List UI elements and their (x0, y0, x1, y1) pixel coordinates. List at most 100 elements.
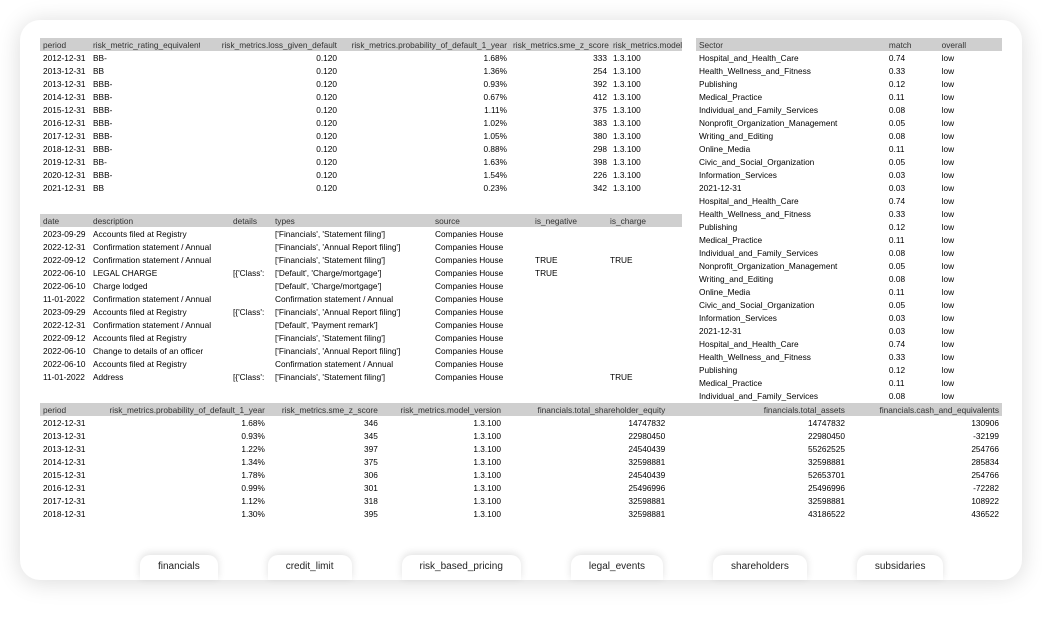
table4-cell: -72282 (848, 481, 1002, 494)
table-row: 2013-12-310.93%3451.3.100229804502298045… (40, 429, 1002, 442)
table3-cell: 11-01-2022 (40, 292, 90, 305)
table2-cell: low (939, 298, 1002, 311)
table1-cell: 2019-12-31 (40, 155, 90, 168)
tab-legal-events[interactable]: legal_events (571, 555, 663, 580)
table1-cell: 1.3.100 (610, 103, 682, 116)
table3-cell: 2022-06-10 (40, 279, 90, 292)
table4-cell: 55262525 (668, 442, 848, 455)
table2-cell: 0.11 (886, 233, 939, 246)
table4-header: risk_metrics.sme_z_score (268, 403, 381, 416)
table4-cell: 1.30% (93, 507, 268, 520)
table2-cell: 0.11 (886, 142, 939, 155)
table2-cell: Publishing (696, 220, 886, 233)
table1-cell: 0.120 (200, 103, 340, 116)
table-row: 2014-12-311.34%3751.3.100325988813259888… (40, 455, 1002, 468)
table2-cell: Online_Media (696, 142, 886, 155)
table2-cell: 0.08 (886, 272, 939, 285)
table1-cell: 1.05% (340, 129, 510, 142)
table-row: Publishing0.12low (696, 220, 1002, 233)
tab-credit-limit[interactable]: credit_limit (268, 555, 352, 580)
table1-cell: BBB- (90, 116, 200, 129)
table1-cell: 2013-12-31 (40, 77, 90, 90)
table1-cell: 0.120 (200, 90, 340, 103)
table4-cell: 2014-12-31 (40, 455, 93, 468)
table4-cell: 32598881 (504, 507, 668, 520)
table4-cell: 32598881 (504, 494, 668, 507)
table2-cell: Publishing (696, 77, 886, 90)
table1-cell: 333 (510, 51, 610, 64)
table-row: Hospital_and_Health_Care0.74low (696, 194, 1002, 207)
table2-cell: 0.33 (886, 64, 939, 77)
table1-cell: 0.120 (200, 116, 340, 129)
table1-header: risk_metric_rating_equivalent (90, 38, 200, 51)
tab-financials[interactable]: financials (140, 555, 218, 580)
table-row: Nonprofit_Organization_Management0.05low (696, 259, 1002, 272)
table2-cell: low (939, 103, 1002, 116)
table-row: Publishing0.12low (696, 77, 1002, 90)
table3-cell: 2022-12-31 (40, 318, 90, 331)
table4-cell: 130906 (848, 416, 1002, 429)
content-area: periodrisk_metric_rating_equivalentrisk_… (20, 20, 1022, 520)
table1-cell: 342 (510, 181, 610, 194)
table2-cell: Hospital_and_Health_Care (696, 51, 886, 64)
table2-cell: 0.74 (886, 51, 939, 64)
table4-cell: 32598881 (668, 494, 848, 507)
table1-cell: 383 (510, 116, 610, 129)
table1-cell: 398 (510, 155, 610, 168)
table2-cell: low (939, 90, 1002, 103)
table-row: Medical_Practice0.11low (696, 233, 1002, 246)
table4-header: risk_metrics.model_version (381, 403, 504, 416)
table2-header: match (886, 38, 939, 51)
table1-cell: 2012-12-31 (40, 51, 90, 64)
table4-cell: 43186522 (668, 507, 848, 520)
table-row: Information_Services0.03low (696, 168, 1002, 181)
table1-cell: 1.3.100 (610, 155, 682, 168)
table1-cell: 0.88% (340, 142, 510, 155)
table2-cell: low (939, 246, 1002, 259)
table2-cell: Health_Wellness_and_Fitness (696, 64, 886, 77)
table-row: 2021-12-310.03low (696, 324, 1002, 337)
table2-cell: Civic_and_Social_Organization (696, 298, 886, 311)
table2-cell: low (939, 51, 1002, 64)
table4-cell: 2013-12-31 (40, 442, 93, 455)
table2-cell: low (939, 233, 1002, 246)
table1-cell: 1.02% (340, 116, 510, 129)
table-row: 2013-12-31BBB-0.1200.93%3921.3.100 (40, 77, 682, 90)
table1-cell: BBB- (90, 129, 200, 142)
table3-cell: 2022-06-10 (40, 357, 90, 370)
table2-cell: low (939, 363, 1002, 376)
tab-subsidaries[interactable]: subsidaries (857, 555, 944, 580)
table1-cell: 1.54% (340, 168, 510, 181)
table2-cell: 0.33 (886, 207, 939, 220)
table2-cell: 0.08 (886, 389, 939, 402)
table1-cell: BB- (90, 155, 200, 168)
table4-cell: 1.22% (93, 442, 268, 455)
table3-cell: 2022-06-10 (40, 266, 90, 279)
table4-cell: 1.3.100 (381, 494, 504, 507)
tab-risk-based-pricing[interactable]: risk_based_pricing (402, 555, 521, 580)
table1-cell: 0.93% (340, 77, 510, 90)
tab-shareholders[interactable]: shareholders (713, 555, 807, 580)
table1-cell: 2015-12-31 (40, 103, 90, 116)
table4-cell: 24540439 (504, 442, 668, 455)
table2-cell: low (939, 207, 1002, 220)
table1-cell: 2021-12-31 (40, 181, 90, 194)
table-row: 2020-12-31BBB-0.1201.54%2261.3.100 (40, 168, 682, 181)
table1-cell: 1.3.100 (610, 116, 682, 129)
table3-cell: 2022-12-31 (40, 240, 90, 253)
table1-header: risk_metrics.loss_given_default (200, 38, 340, 51)
table1-header: risk_metrics.sme_z_score (510, 38, 610, 51)
table1-cell: 0.67% (340, 90, 510, 103)
table3-cell: 2022-06-10 (40, 344, 90, 357)
table-row: 2017-12-311.12%3181.3.100325988813259888… (40, 494, 1002, 507)
table2-cell: Nonprofit_Organization_Management (696, 116, 886, 129)
table2-cell: low (939, 389, 1002, 402)
table2-cell: Hospital_and_Health_Care (696, 337, 886, 350)
table-row: 2013-12-311.22%3971.3.100245404395526252… (40, 442, 1002, 455)
table4-cell: 25496996 (668, 481, 848, 494)
table2-cell: 0.03 (886, 311, 939, 324)
table-row: 2018-12-311.30%3951.3.100325988814318652… (40, 507, 1002, 520)
table-row: Civic_and_Social_Organization0.05low (696, 155, 1002, 168)
table1-cell: BBB- (90, 142, 200, 155)
table3-cell: 2022-09-12 (40, 331, 90, 344)
